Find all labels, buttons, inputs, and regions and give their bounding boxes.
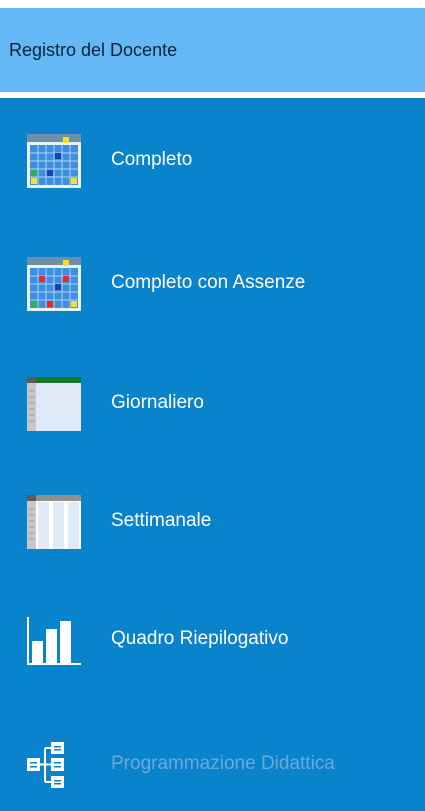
side-menu: Completo Completo con Assenze Giornalier… (0, 98, 425, 811)
menu-item-completo-con-assenze[interactable]: Completo con Assenze (0, 253, 425, 313)
menu-item-programmazione-didattica[interactable]: Programmazione Didattica (0, 734, 425, 794)
grid-calendar-absences-icon (27, 257, 81, 311)
menu-item-completo[interactable]: Completo (0, 130, 425, 190)
daily-sheet-icon (27, 377, 81, 431)
menu-item-giornaliero[interactable]: Giornaliero (0, 373, 425, 433)
weekly-sheet-icon (27, 495, 81, 549)
menu-item-label: Giornaliero (111, 392, 204, 413)
header-bar: Registro del Docente (0, 8, 425, 92)
grid-calendar-icon (27, 134, 81, 188)
menu-item-label: Completo (111, 149, 193, 170)
hierarchy-icon (27, 738, 81, 792)
bar-chart-icon (27, 613, 81, 667)
menu-item-settimanale[interactable]: Settimanale (0, 491, 425, 551)
menu-item-label: Completo con Assenze (111, 272, 306, 293)
page-title: Registro del Docente (9, 40, 178, 60)
menu-item-label: Settimanale (111, 510, 212, 531)
menu-item-label: Quadro Riepilogativo (111, 628, 289, 649)
menu-item-label: Programmazione Didattica (111, 753, 335, 774)
menu-item-quadro-riepilogativo[interactable]: Quadro Riepilogativo (0, 609, 425, 669)
